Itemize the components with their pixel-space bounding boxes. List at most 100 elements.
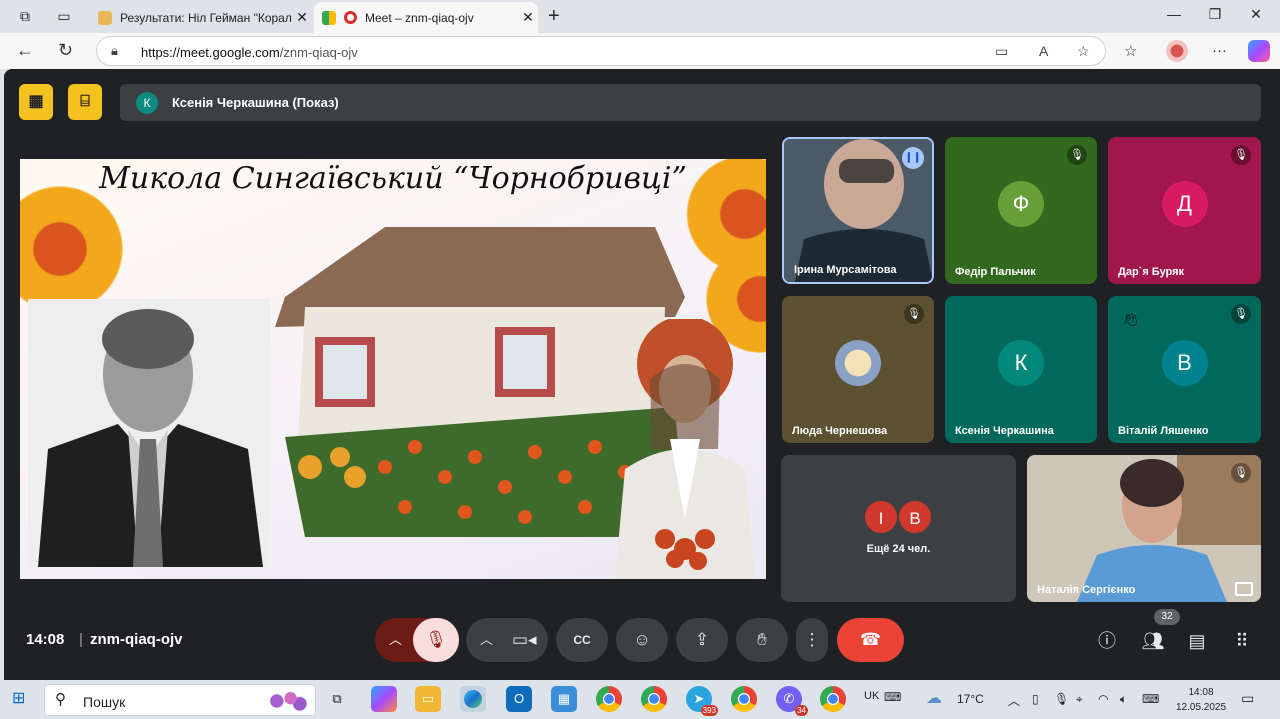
store-icon[interactable]: ▦ <box>551 686 577 712</box>
more-options-icon[interactable]: ··· <box>1212 42 1227 59</box>
weather-cloud-icon[interactable]: ☁ <box>926 688 942 708</box>
chevron-up-icon[interactable]: ︿ <box>389 618 402 662</box>
layout-icon[interactable]: ⌸ <box>68 84 102 120</box>
meeting-info-icon[interactable]: ⓘ <box>1094 628 1120 654</box>
participant-avatar: К <box>998 339 1044 386</box>
more-participants-label: Ещё 24 чел. <box>866 543 931 555</box>
captions-icon: CC <box>573 633 591 647</box>
copilot-app-icon[interactable] <box>371 686 397 712</box>
lock-icon: 🔒︎ <box>111 43 118 58</box>
activities-icon[interactable]: ⠿ <box>1229 628 1255 654</box>
mic-off-icon: 🎙︎ <box>904 304 924 324</box>
camera-control-group: ︿ ▭◂ <box>466 618 548 662</box>
camera-in-use-icon[interactable]: ▭ <box>995 43 1008 60</box>
meeting-code: znm-qiaq-ojv <box>90 631 183 648</box>
mic-off-icon: 🎙︎ <box>1231 145 1251 165</box>
location-icon[interactable]: ⌖ <box>1076 692 1083 707</box>
camera-icon[interactable]: ▭◂ <box>512 618 537 662</box>
leave-call-button[interactable]: ☎︎ <box>837 618 904 662</box>
presenter-label: Ксенія Черкашина (Показ) <box>172 95 339 110</box>
profile-avatar[interactable] <box>1166 40 1188 62</box>
viber-icon[interactable]: ✆ 34 <box>776 686 808 716</box>
close-tab-icon[interactable]: ✕ <box>292 9 312 26</box>
language-indicator[interactable]: UK <box>864 690 879 702</box>
favorites-icon[interactable]: ☆ <box>1124 42 1137 60</box>
mic-toggle-button[interactable]: 🎙︎ <box>413 618 459 662</box>
chrome-profile-icon[interactable] <box>731 686 757 712</box>
search-highlight-image <box>263 687 309 715</box>
taskbar-search[interactable]: ⚲ Пошук <box>44 684 316 716</box>
volume-icon[interactable]: 🔈︎ <box>1120 692 1127 707</box>
divider: | <box>79 631 83 648</box>
telegram-badge: 393 <box>700 705 718 716</box>
participant-tile[interactable]: К Ксенія Черкашина <box>945 296 1097 443</box>
device-icon[interactable]: ▯ <box>1032 692 1039 706</box>
participant-video <box>1027 455 1261 602</box>
raise-hand-button[interactable]: ✋︎ <box>736 618 788 662</box>
file-explorer-icon[interactable]: ▭ <box>415 686 441 712</box>
participant-tile[interactable]: 🎙︎ Д Дар`я Буряк <box>1108 137 1261 284</box>
read-aloud-icon[interactable]: A <box>1039 43 1048 59</box>
marigold-flower-image <box>20 179 130 319</box>
participant-tile[interactable]: 👋︎ 🎙︎ В Віталій Ляшенко <box>1108 296 1261 443</box>
more-participants-tile[interactable]: І В Ещё 24 чел. <box>781 455 1016 602</box>
wifi-icon[interactable]: ◠ <box>1098 692 1108 706</box>
recording-icon <box>344 11 357 24</box>
show-hidden-icons-icon[interactable]: ︿ <box>1008 692 1020 709</box>
back-icon[interactable]: ← <box>16 40 34 61</box>
keyboard-icon[interactable]: ⌨ <box>884 690 901 704</box>
chevron-up-icon[interactable]: ︿ <box>480 618 493 662</box>
participant-tile[interactable]: 🎙︎ Наталія Сергієнко <box>1027 455 1261 602</box>
refresh-icon[interactable]: ↻ <box>58 40 73 61</box>
search-icon: ⚲ <box>55 691 66 708</box>
outlook-icon[interactable]: O <box>506 686 532 712</box>
windows-start-icon[interactable]: ⊞ <box>12 690 30 708</box>
present-button[interactable]: ⇪ <box>676 618 728 662</box>
raised-hand-icon: 👋︎ <box>1122 312 1139 327</box>
close-window-icon[interactable]: ✕ <box>1246 6 1266 23</box>
viber-badge: 34 <box>795 705 808 716</box>
temperature[interactable]: 17°C <box>957 692 984 706</box>
workspaces-icon[interactable]: ⧉ <box>16 7 34 25</box>
taskbar-clock[interactable]: 14:08 12.05.2025 <box>1176 685 1226 715</box>
telegram-icon[interactable]: ➤ 393 <box>686 686 718 716</box>
chat-icon[interactable]: ▤ <box>1184 628 1210 654</box>
chrome-profile-icon[interactable] <box>820 686 846 712</box>
copilot-icon[interactable] <box>1248 40 1270 62</box>
captions-button[interactable]: CC <box>556 618 608 662</box>
chrome-icon[interactable] <box>596 686 622 712</box>
mic-off-icon: 🎙︎ <box>1067 145 1087 165</box>
task-view-icon[interactable]: ⧉ <box>324 686 350 712</box>
notifications-icon[interactable]: ▭ <box>1241 690 1254 707</box>
document-icon <box>98 10 112 25</box>
close-tab-icon[interactable]: ✕ <box>518 9 538 26</box>
new-tab-icon[interactable]: + <box>548 5 560 28</box>
participant-name: Дар`я Буряк <box>1118 266 1185 278</box>
chrome-profile-icon[interactable] <box>641 686 667 712</box>
favorite-star-icon[interactable]: ☆ <box>1077 43 1090 60</box>
hide-presentation-icon[interactable]: ▦ <box>19 84 53 120</box>
maximize-icon[interactable]: ❐ <box>1205 6 1225 23</box>
participant-tile[interactable]: ❙❙ Ірина Мурсамітова <box>782 137 934 284</box>
tab-actions-icon[interactable]: ▭ <box>55 7 73 25</box>
windows-taskbar: ⊞ ⚲ Пошук ⧉ ▭ O ▦ ➤ 393 ✆ 34 UK ⌨ ☁ 17°C ︿… <box>0 680 1280 719</box>
participant-avatar: Ф <box>998 180 1044 227</box>
participant-avatar: В <box>897 499 933 535</box>
address-bar[interactable]: 🔒︎ https://meet.google.com/znm-qiaq-ojv … <box>96 36 1106 66</box>
minimize-icon[interactable]: — <box>1164 6 1184 22</box>
more-options-button[interactable]: ⋮ <box>796 618 828 662</box>
speaking-indicator-icon: ❙❙ <box>902 147 924 169</box>
mic-off-icon: 🎙︎ <box>1231 463 1251 483</box>
tab-meet[interactable]: Meet – znm-qiaq-ojv ✕ <box>314 2 538 33</box>
keyboard-layout-icon[interactable]: ⌨ <box>1142 692 1159 706</box>
participant-tile[interactable]: 🎙︎ Ф Федір Пальчик <box>945 137 1097 284</box>
microphone-icon[interactable]: 🎙︎ <box>1054 692 1069 706</box>
edge-icon[interactable] <box>460 686 486 712</box>
participant-name: Ірина Мурсамітова <box>794 264 897 276</box>
mic-off-icon: 🎙︎ <box>425 630 447 649</box>
people-icon[interactable]: 👥︎ <box>1140 628 1166 654</box>
reactions-button[interactable]: ☺ <box>616 618 668 662</box>
pip-icon[interactable] <box>1235 582 1253 596</box>
tab-results[interactable]: Результати: Ніл Гейман "Кораліна" ✕ <box>90 2 312 33</box>
participant-tile[interactable]: 🎙︎ Люда Чернешова <box>782 296 934 443</box>
